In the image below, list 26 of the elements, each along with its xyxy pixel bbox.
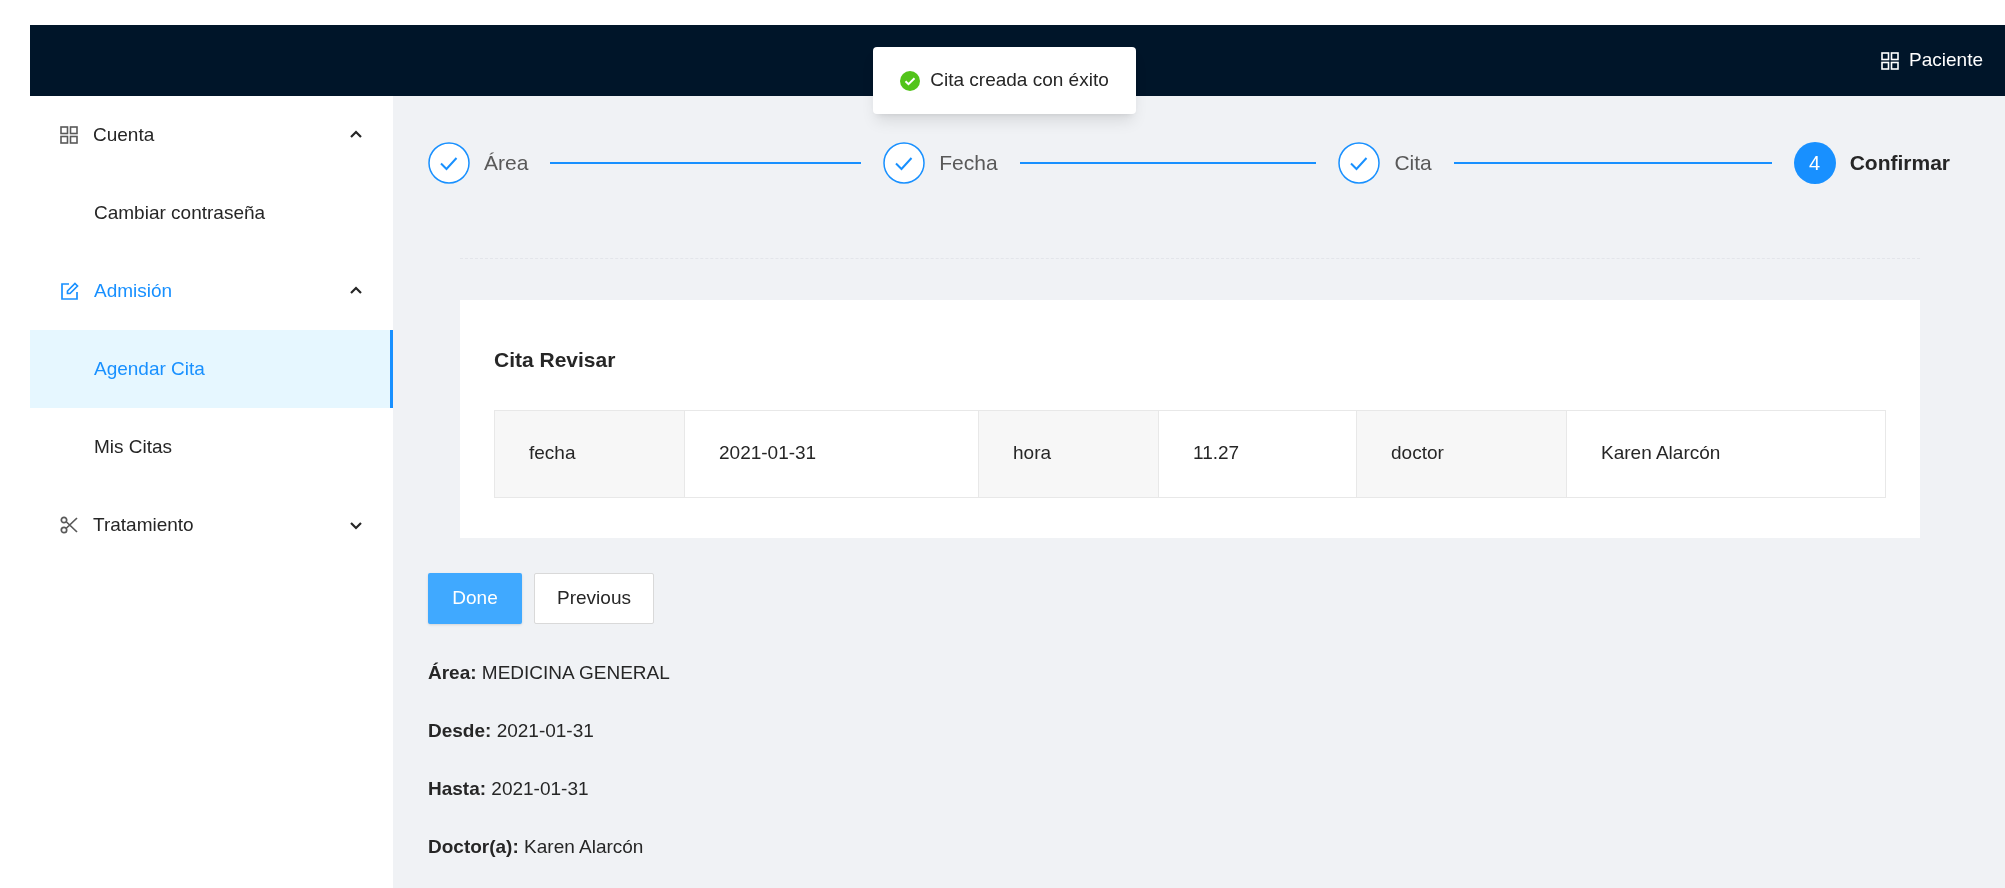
menu-item[interactable]: Mis Citas — [30, 408, 393, 486]
summary-line: Hasta: 2021-01-31 — [428, 777, 590, 800]
menu-group[interactable]: Tratamiento — [30, 486, 393, 564]
table-header-cell: hora — [978, 410, 1158, 497]
user-role-label[interactable]: Paciente — [1909, 46, 1983, 75]
grid-icon — [1881, 51, 1900, 70]
step-label: Fecha — [939, 150, 998, 177]
toast-text: Cita creada con éxito — [930, 68, 1109, 93]
table-header-cell: fecha — [495, 410, 684, 497]
step-label: Área — [484, 150, 529, 177]
step-label: Confirmar — [1849, 150, 1950, 177]
previous-button[interactable]: Previous — [534, 572, 654, 624]
menu-item[interactable]: Cambiar contraseña — [30, 174, 393, 252]
summary-line: Doctor(a): Karen Alarcón — [428, 835, 645, 858]
grid-icon — [60, 126, 78, 144]
caret-down-icon — [349, 519, 363, 531]
scissors-icon — [60, 516, 78, 534]
card-title: Cita Revisar — [494, 347, 617, 373]
menu-group[interactable]: Cuenta — [30, 96, 393, 174]
summary-line: Desde: 2021-01-31 — [428, 719, 595, 742]
success-icon — [900, 70, 921, 91]
table-header-cell: doctor — [1356, 410, 1566, 497]
edit-icon — [60, 281, 79, 301]
step-number: 4 — [1793, 142, 1836, 184]
summary-line: Área: MEDICINA GENERAL — [428, 661, 671, 684]
step-label: Cita — [1394, 150, 1432, 177]
